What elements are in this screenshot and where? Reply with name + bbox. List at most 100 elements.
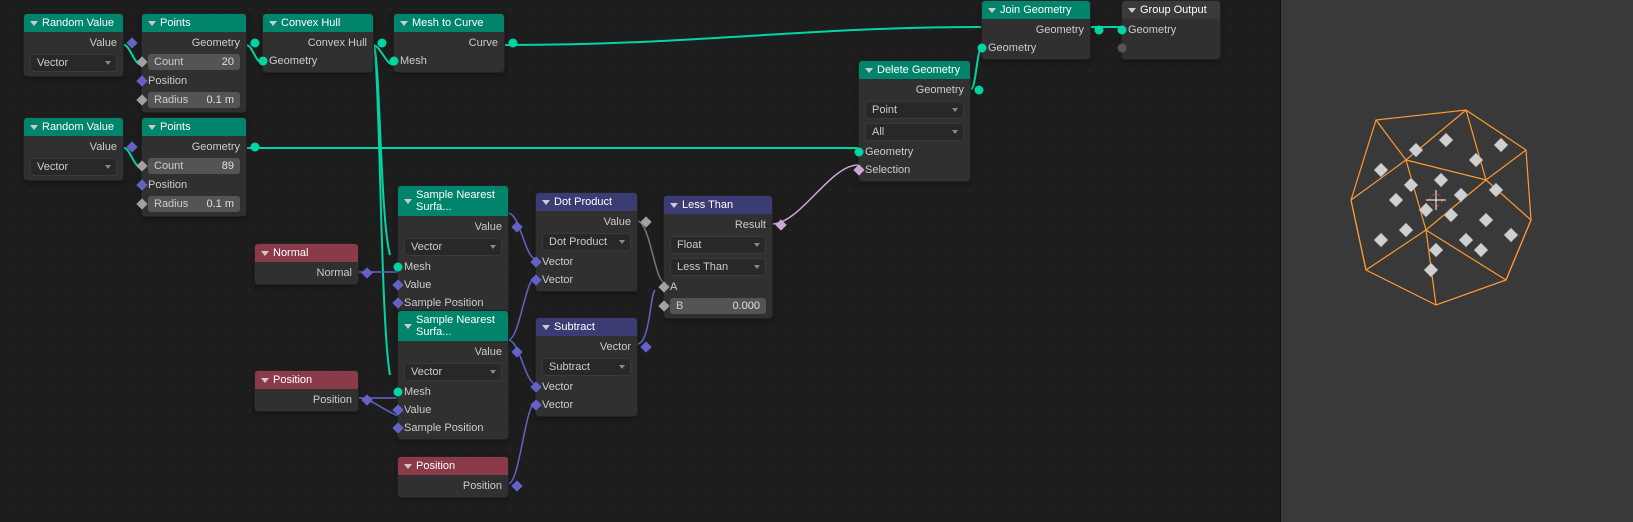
node-title: Points [160, 121, 191, 133]
node-points-1[interactable]: Points Geometry Count20 Position Radius0… [141, 13, 247, 113]
node-header[interactable]: Points [142, 118, 246, 136]
input-label: Vector [542, 256, 573, 268]
node-dot-product[interactable]: Dot Product Value Dot Product Vector Vec… [535, 192, 638, 292]
input-label: Selection [865, 164, 910, 176]
output-label: Value [604, 216, 631, 228]
chevron-down-icon [404, 324, 412, 329]
mode-select-2[interactable]: Less Than [670, 258, 766, 276]
node-header[interactable]: Group Output [1122, 1, 1220, 19]
type-select[interactable]: Vector [404, 363, 502, 381]
chevron-down-icon [1128, 8, 1136, 13]
viewport-render [1281, 0, 1633, 522]
node-title: Delete Geometry [877, 64, 960, 76]
output-label: Geometry [192, 37, 240, 49]
node-normal[interactable]: Normal Normal [254, 243, 359, 285]
chevron-down-icon [261, 378, 269, 383]
node-mesh-to-curve[interactable]: Mesh to Curve Curve Mesh [393, 13, 505, 73]
input-label: A [670, 281, 677, 293]
node-header[interactable]: Normal [255, 244, 358, 262]
mode-select[interactable]: All [865, 123, 964, 141]
node-delete-geometry[interactable]: Delete Geometry Geometry Point All Geome… [858, 60, 971, 182]
node-sample-nearest-2[interactable]: Sample Nearest Surfa... Value Vector Mes… [397, 310, 509, 440]
node-header[interactable]: Position [398, 457, 508, 475]
node-header[interactable]: Points [142, 14, 246, 32]
node-position-2[interactable]: Position Position [397, 456, 509, 498]
input-label: Mesh [404, 386, 431, 398]
node-title: Dot Product [554, 196, 612, 208]
node-random-value-1[interactable]: Random Value Value Vector [23, 13, 124, 77]
output-label: Geometry [1036, 24, 1084, 36]
type-select[interactable]: Vector [404, 238, 502, 256]
input-label: Vector [542, 274, 573, 286]
input-label: Position [148, 75, 187, 87]
node-header[interactable]: Dot Product [536, 193, 637, 211]
node-header[interactable]: Random Value [24, 14, 123, 32]
type-select[interactable]: Vector [30, 54, 117, 72]
node-title: Sample Nearest Surfa... [416, 314, 502, 338]
input-label: Geometry [988, 42, 1036, 54]
node-title: Random Value [42, 121, 114, 133]
node-header[interactable]: Less Than [664, 196, 772, 214]
output-label: Geometry [192, 141, 240, 153]
count-field[interactable]: Count20 [148, 54, 240, 70]
output-label: Position [313, 394, 352, 406]
node-convex-hull[interactable]: Convex Hull Convex Hull Geometry [262, 13, 374, 73]
node-group-output[interactable]: Group Output Geometry [1121, 0, 1221, 60]
output-label: Result [735, 219, 766, 231]
node-join-geometry[interactable]: Join Geometry Geometry Geometry [981, 0, 1091, 60]
output-label: Curve [469, 37, 498, 49]
input-label: Vector [542, 381, 573, 393]
node-title: Random Value [42, 17, 114, 29]
node-header[interactable]: Sample Nearest Surfa... [398, 186, 508, 216]
chevron-down-icon [30, 21, 38, 26]
node-header[interactable]: Convex Hull [263, 14, 373, 32]
output-label: Value [90, 37, 117, 49]
node-header[interactable]: Mesh to Curve [394, 14, 504, 32]
node-random-value-2[interactable]: Random Value Value Vector [23, 117, 124, 181]
node-less-than[interactable]: Less Than Result Float Less Than A B0.00… [663, 195, 773, 319]
op-select[interactable]: Dot Product [542, 233, 631, 251]
node-sample-nearest-1[interactable]: Sample Nearest Surfa... Value Vector Mes… [397, 185, 509, 315]
domain-select[interactable]: Point [865, 101, 964, 119]
output-label: Normal [317, 267, 352, 279]
radius-field[interactable]: Radius0.1 m [148, 92, 240, 108]
chevron-down-icon [148, 21, 156, 26]
radius-field[interactable]: Radius0.1 m [148, 196, 240, 212]
chevron-down-icon [404, 464, 412, 469]
node-editor-canvas[interactable]: Random Value Value Vector Points Geometr… [0, 0, 1280, 522]
input-label: Mesh [404, 261, 431, 273]
node-position[interactable]: Position Position [254, 370, 359, 412]
node-header[interactable]: Delete Geometry [859, 61, 970, 79]
node-title: Less Than [682, 199, 733, 211]
b-field[interactable]: B0.000 [670, 298, 766, 314]
viewport-3d[interactable] [1280, 0, 1633, 522]
input-label: Vector [542, 399, 573, 411]
node-title: Points [160, 17, 191, 29]
chevron-down-icon [269, 21, 277, 26]
node-header[interactable]: Join Geometry [982, 1, 1090, 19]
mode-select-1[interactable]: Float [670, 236, 766, 254]
output-label: Convex Hull [308, 37, 367, 49]
node-title: Mesh to Curve [412, 17, 484, 29]
node-header[interactable]: Sample Nearest Surfa... [398, 311, 508, 341]
node-points-2[interactable]: Points Geometry Count89 Position Radius0… [141, 117, 247, 217]
node-header[interactable]: Position [255, 371, 358, 389]
input-label: Value [404, 279, 431, 291]
input-label: Position [148, 179, 187, 191]
node-header[interactable]: Subtract [536, 318, 637, 336]
chevron-down-icon [404, 199, 412, 204]
op-select[interactable]: Subtract [542, 358, 631, 376]
input-label: Geometry [1128, 24, 1176, 36]
node-title: Sample Nearest Surfa... [416, 189, 502, 213]
chevron-down-icon [542, 200, 550, 205]
node-title: Group Output [1140, 4, 1207, 16]
input-label: Geometry [865, 146, 913, 158]
count-field[interactable]: Count89 [148, 158, 240, 174]
input-label: Sample Position [404, 422, 484, 434]
chevron-down-icon [670, 203, 678, 208]
type-select[interactable]: Vector [30, 158, 117, 176]
node-subtract[interactable]: Subtract Vector Subtract Vector Vector [535, 317, 638, 417]
node-header[interactable]: Random Value [24, 118, 123, 136]
input-label: Geometry [269, 55, 317, 67]
output-label: Position [463, 480, 502, 492]
